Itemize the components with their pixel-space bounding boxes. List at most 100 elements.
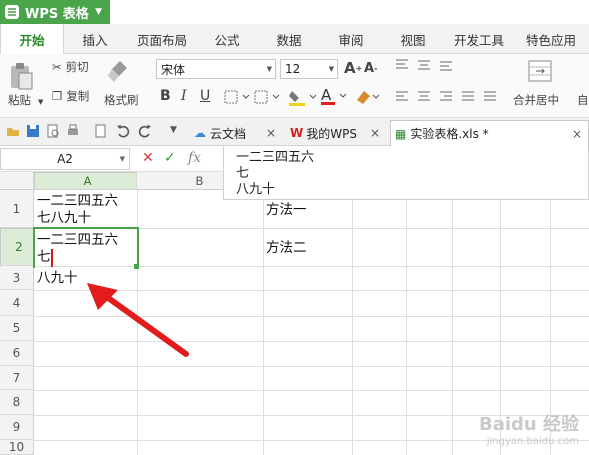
font-size-value: 12 — [285, 62, 301, 76]
text-cursor — [51, 249, 53, 267]
paste-icon[interactable] — [8, 60, 38, 92]
font-size-select[interactable]: 12 ▼ — [280, 59, 338, 79]
watermark-text: Baidu 经验 — [478, 414, 579, 435]
cell-c2[interactable]: 方法二 — [266, 240, 307, 257]
document-tab-bar: ▼ ☁ 云文档 × W 我的WPS × ▦ 实验表格.xls * × — [0, 118, 589, 146]
cut-button[interactable]: ✂ 剪切 — [52, 59, 89, 75]
row-header-3[interactable]: 3 — [0, 266, 34, 290]
scissors-icon: ✂ — [52, 60, 62, 74]
align-top-icon[interactable] — [394, 58, 464, 72]
align-left-icon[interactable] — [394, 90, 506, 104]
bold-icon[interactable]: B — [160, 88, 171, 104]
row-header-4[interactable]: 4 — [0, 290, 34, 316]
tab-view[interactable]: 视图 — [390, 24, 436, 54]
font-color-icon[interactable]: A — [320, 86, 350, 106]
copy-button[interactable]: ❐ 复制 — [52, 88, 89, 104]
column-header-a[interactable]: A — [34, 172, 137, 190]
row-header-6[interactable]: 6 — [0, 341, 34, 366]
tab-cloud-docs[interactable]: ☁ 云文档 × — [190, 120, 282, 146]
spreadsheet-icon: ▦ — [395, 126, 407, 141]
cancel-icon[interactable]: ✕ — [142, 150, 154, 166]
fill-color-icon[interactable] — [288, 88, 318, 106]
baidu-watermark: Baidu 经验 jingyan.baidu.com — [479, 410, 579, 447]
tab-label: 我的WPS — [306, 126, 357, 141]
close-icon[interactable]: × — [266, 126, 276, 140]
tab-special[interactable]: 特色应用 — [518, 24, 584, 54]
row-header-1[interactable]: 1 — [0, 190, 34, 228]
tab-review[interactable]: 审阅 — [328, 24, 374, 54]
merge-center-button[interactable]: 合并居中 — [513, 92, 559, 108]
close-icon[interactable]: × — [572, 127, 582, 141]
merge-center-icon[interactable] — [528, 58, 556, 84]
folder-icon[interactable] — [6, 124, 20, 138]
name-box[interactable]: A2 ▼ — [0, 148, 130, 170]
cell-c1[interactable]: 方法一 — [266, 202, 307, 219]
undo-icon[interactable] — [116, 124, 130, 138]
ribbon-tabs: 开始 插入 页面布局 公式 数据 审阅 视图 开发工具 特色应用 — [0, 24, 589, 55]
select-all-corner[interactable] — [0, 172, 34, 190]
tab-my-wps[interactable]: W 我的WPS × — [286, 120, 386, 146]
formula-line: 一二三四五六 — [236, 150, 315, 165]
save-icon[interactable] — [26, 124, 40, 138]
copy-label: 复制 — [66, 89, 90, 103]
wps-logo-icon — [3, 3, 21, 21]
row-header-2[interactable]: 2 — [0, 228, 34, 266]
formula-line: 八九十 — [236, 182, 276, 197]
ribbon-toolbar: 粘贴 ▼ ✂ 剪切 ❐ 复制 格式刷 宋体 ▼ 12 ▼ A + A- B I U… — [0, 54, 589, 118]
chevron-down-icon: ▼ — [119, 155, 125, 163]
row-header-9[interactable]: 9 — [0, 415, 34, 440]
print-icon[interactable] — [66, 124, 80, 138]
annotation-arrow-icon — [87, 283, 189, 357]
chevron-down-icon: ▼ — [266, 65, 272, 73]
italic-icon[interactable]: I — [181, 88, 187, 104]
print-preview-icon[interactable] — [46, 124, 60, 138]
merge-icon[interactable] — [254, 90, 280, 104]
paste-button[interactable]: 粘贴 — [8, 92, 31, 108]
app-menu-button[interactable]: WPS 表格 ▼ — [0, 0, 110, 24]
shrink-font-icon[interactable]: A- — [364, 61, 377, 76]
active-cell-border — [33, 227, 139, 268]
redo-icon[interactable] — [138, 124, 152, 138]
confirm-icon[interactable]: ✓ — [164, 150, 176, 166]
chevron-down-icon[interactable]: ▼ — [38, 98, 43, 106]
tab-insert[interactable]: 插入 — [70, 24, 120, 54]
tab-page-layout[interactable]: 页面布局 — [130, 24, 194, 54]
fx-icon[interactable]: fx — [188, 150, 201, 166]
grow-font-icon[interactable]: A + — [344, 59, 362, 77]
row-header-5[interactable]: 5 — [0, 316, 34, 341]
cell-a2-overflow: 八九十 — [37, 270, 80, 287]
underline-icon[interactable]: U — [200, 88, 210, 104]
row-header-7[interactable]: 7 — [0, 366, 34, 390]
row-header-8[interactable]: 8 — [0, 390, 34, 415]
format-painter-button[interactable]: 格式刷 — [104, 92, 139, 108]
preview-icon[interactable] — [94, 124, 108, 138]
fill-handle[interactable] — [134, 264, 139, 269]
cloud-icon: ☁ — [194, 126, 206, 140]
tab-formulas[interactable]: 公式 — [204, 24, 250, 54]
auto-wrap-button[interactable]: 自 — [577, 92, 589, 108]
formula-line: 七 — [236, 166, 250, 181]
cut-label: 剪切 — [65, 60, 89, 74]
spreadsheet-grid: A B 1 2 3 4 5 6 7 8 9 10 一二三四五六 七八九十 一二三… — [0, 172, 589, 455]
border-icon[interactable] — [224, 90, 250, 104]
name-box-value: A2 — [57, 152, 73, 166]
clear-format-icon[interactable] — [354, 88, 382, 106]
cell-text-line: 一二三四五六 — [37, 193, 118, 209]
row-header-10[interactable]: 10 — [0, 440, 34, 455]
tab-developer[interactable]: 开发工具 — [446, 24, 512, 54]
cell-a1[interactable]: 一二三四五六 七八九十 — [37, 193, 118, 227]
tab-label: 实验表格.xls * — [410, 127, 489, 141]
font-name-select[interactable]: 宋体 ▼ — [156, 59, 276, 79]
app-title: WPS 表格 — [25, 6, 89, 22]
watermark-sub: jingyan.baidu.com — [486, 436, 579, 447]
tab-home[interactable]: 开始 — [0, 24, 64, 55]
grid-line — [34, 366, 589, 367]
tab-data[interactable]: 数据 — [266, 24, 312, 54]
tab-experiment-sheet[interactable]: ▦ 实验表格.xls * × — [390, 120, 589, 146]
title-bar: WPS 表格 ▼ — [0, 0, 589, 24]
chevron-down-icon[interactable]: ▼ — [170, 125, 177, 135]
close-icon[interactable]: × — [370, 126, 380, 140]
brush-icon[interactable] — [106, 58, 136, 86]
chevron-down-icon: ▼ — [95, 7, 102, 17]
formula-input[interactable]: 一二三四五六 七 八九十 — [223, 146, 589, 200]
